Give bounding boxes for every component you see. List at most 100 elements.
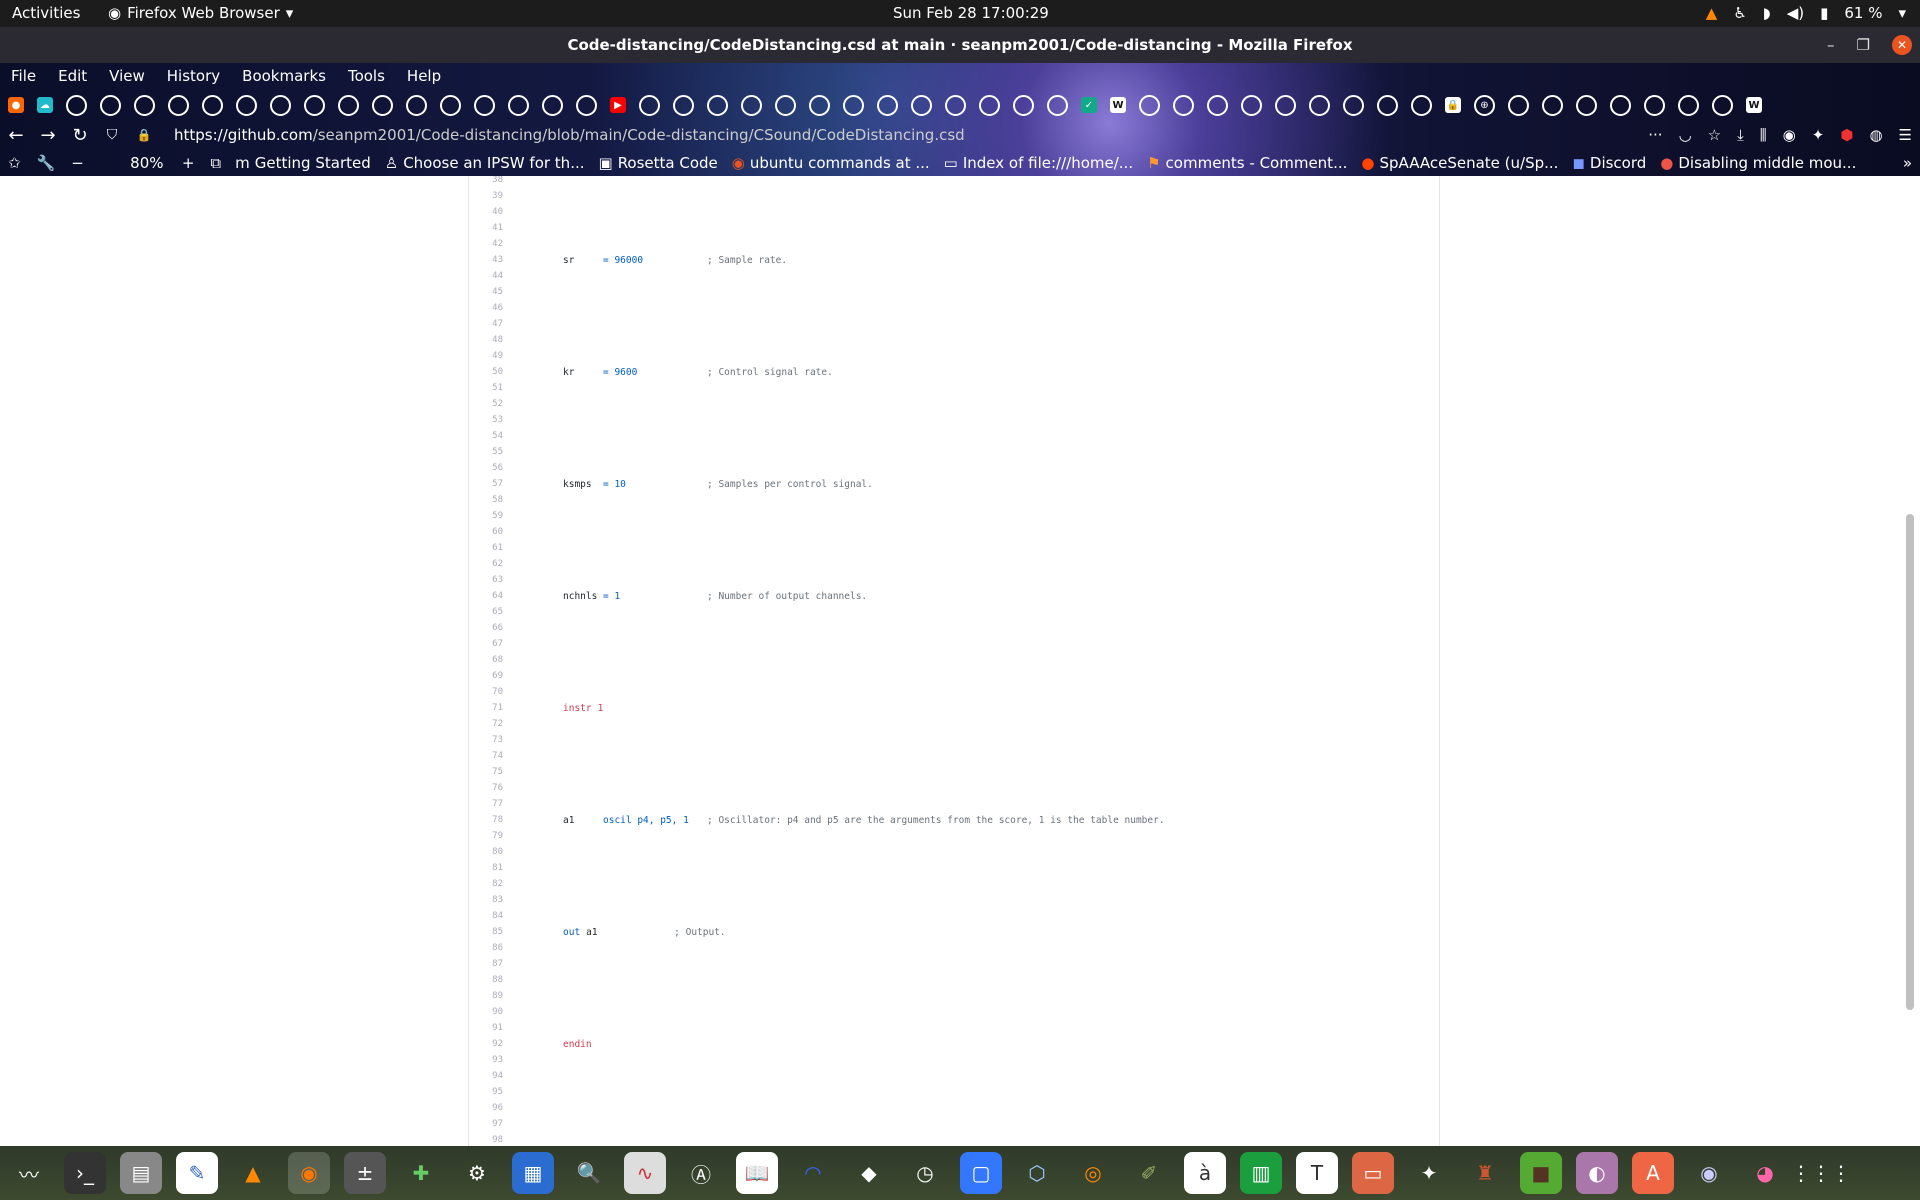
app-store-icon[interactable]: A bbox=[1632, 1152, 1674, 1194]
document-viewer-icon[interactable]: 📖 bbox=[736, 1152, 778, 1194]
terminal-icon[interactable]: ›_ bbox=[64, 1152, 106, 1194]
github-tab-icon[interactable] bbox=[945, 94, 966, 116]
hamburger-menu-icon[interactable]: ☰ bbox=[1899, 126, 1912, 144]
github-tab-icon[interactable] bbox=[508, 94, 529, 116]
line-number[interactable]: 53 bbox=[469, 415, 503, 425]
line-number[interactable]: 68 bbox=[469, 655, 503, 665]
menu-edit[interactable]: Edit bbox=[47, 63, 98, 89]
github-tab-icon[interactable] bbox=[1139, 94, 1160, 116]
line-number[interactable]: 57 bbox=[469, 479, 503, 489]
line-number[interactable]: 70 bbox=[469, 687, 503, 697]
github-tab-icon[interactable] bbox=[1275, 94, 1296, 116]
line-number[interactable]: 60 bbox=[469, 527, 503, 537]
line-number[interactable]: 98 bbox=[469, 1135, 503, 1145]
lock-icon[interactable]: 🔒 bbox=[128, 128, 160, 142]
line-number[interactable]: 71 bbox=[469, 703, 503, 713]
disk-usage-icon[interactable]: ◕ bbox=[1744, 1152, 1786, 1194]
line-number[interactable]: 67 bbox=[469, 639, 503, 649]
line-number[interactable]: 56 bbox=[469, 463, 503, 473]
line-number[interactable]: 55 bbox=[469, 447, 503, 457]
github-tab-icon[interactable] bbox=[338, 94, 359, 116]
text-editor-icon[interactable]: ✎ bbox=[176, 1152, 218, 1194]
gnome-tweaks-icon[interactable]: ✦ bbox=[1408, 1152, 1450, 1194]
github-tab-icon[interactable] bbox=[911, 94, 932, 116]
line-number[interactable]: 81 bbox=[469, 863, 503, 873]
show-apps-icon[interactable]: ⋮⋮⋮ bbox=[1791, 1152, 1851, 1194]
virtualbox-icon[interactable]: ⬡ bbox=[1016, 1152, 1058, 1194]
shield-icon[interactable]: ⛉ bbox=[96, 127, 128, 143]
bookmark-item[interactable]: ♙ Choose an IPSW for th... bbox=[385, 154, 585, 172]
menu-view[interactable]: View bbox=[98, 63, 156, 89]
minecraft-icon[interactable]: ■ bbox=[1520, 1152, 1562, 1194]
download-icon[interactable]: ⤓ bbox=[1737, 126, 1744, 144]
line-number[interactable]: 83 bbox=[469, 895, 503, 905]
screenshot-icon[interactable]: ⧉ bbox=[210, 154, 221, 172]
github-tab-icon[interactable] bbox=[1241, 94, 1262, 116]
extension-icon[interactable]: ✦ bbox=[1812, 126, 1825, 144]
overflow-chevron-icon[interactable]: » bbox=[1903, 154, 1912, 172]
firefox-tab-icon[interactable]: ● bbox=[8, 97, 24, 113]
github-tab-icon[interactable] bbox=[809, 94, 830, 116]
forward-icon[interactable]: → bbox=[32, 125, 64, 146]
cloud-tab-icon[interactable]: ☁ bbox=[37, 97, 53, 113]
bookmark-item[interactable]: ◼ Discord bbox=[1572, 154, 1646, 172]
line-number[interactable]: 38 bbox=[469, 176, 503, 185]
line-number[interactable]: 78 bbox=[469, 815, 503, 825]
bookmark-item[interactable]: ◉ ubuntu commands at ... bbox=[732, 154, 930, 172]
line-number[interactable]: 58 bbox=[469, 495, 503, 505]
line-number[interactable]: 95 bbox=[469, 1087, 503, 1097]
youtube-tab-icon[interactable]: ▶ bbox=[610, 97, 626, 113]
star-icon[interactable]: ☆ bbox=[1708, 126, 1721, 144]
line-number[interactable]: 69 bbox=[469, 671, 503, 681]
github-tab-icon[interactable] bbox=[1576, 94, 1597, 116]
github-tab-icon[interactable] bbox=[1712, 94, 1733, 116]
github-tab-icon[interactable] bbox=[474, 94, 495, 116]
line-number[interactable]: 87 bbox=[469, 959, 503, 969]
github-tab-icon[interactable] bbox=[843, 94, 864, 116]
line-number[interactable]: 73 bbox=[469, 735, 503, 745]
github-tab-icon[interactable] bbox=[1343, 94, 1364, 116]
bookmark-item[interactable]: ⚑ comments - Comment... bbox=[1147, 154, 1347, 172]
line-number[interactable]: 75 bbox=[469, 767, 503, 777]
github-tab-icon[interactable] bbox=[576, 94, 597, 116]
accessibility-icon[interactable]: ♿ bbox=[1733, 4, 1746, 22]
github-tab-icon[interactable] bbox=[100, 94, 121, 116]
github-tab-icon[interactable] bbox=[1309, 94, 1330, 116]
impress-icon[interactable]: ▭ bbox=[1352, 1152, 1394, 1194]
more-icon[interactable]: ··· bbox=[1648, 126, 1662, 144]
github-tab-icon[interactable] bbox=[877, 94, 898, 116]
shield-tab-icon[interactable]: ✓ bbox=[1081, 97, 1097, 113]
gimp-icon[interactable]: ✐ bbox=[1128, 1152, 1170, 1194]
writer-icon[interactable]: ▦ bbox=[512, 1152, 554, 1194]
settings-icon[interactable]: ⚙ bbox=[456, 1152, 498, 1194]
url-bar[interactable]: https://github.com/seanpm2001/Code-dista… bbox=[174, 126, 965, 144]
maximize-icon[interactable]: ❐ bbox=[1857, 27, 1870, 63]
github-tab-icon[interactable] bbox=[741, 94, 762, 116]
line-number[interactable]: 97 bbox=[469, 1119, 503, 1129]
github-tab-icon[interactable] bbox=[775, 94, 796, 116]
vlc-icon[interactable]: ▲ bbox=[232, 1152, 274, 1194]
account-icon[interactable]: ◉ bbox=[1783, 126, 1796, 144]
line-number[interactable]: 89 bbox=[469, 991, 503, 1001]
line-number[interactable]: 82 bbox=[469, 879, 503, 889]
audio-editor-icon[interactable]: ∿ bbox=[624, 1152, 666, 1194]
line-number[interactable]: 76 bbox=[469, 783, 503, 793]
library-icon[interactable]: ⫼ bbox=[1760, 126, 1767, 144]
bookmark-item[interactable]: ● SpAAAceSenate (u/Sp... bbox=[1361, 154, 1558, 172]
github-tab-icon[interactable] bbox=[1644, 94, 1665, 116]
line-number[interactable]: 86 bbox=[469, 943, 503, 953]
line-number[interactable]: 77 bbox=[469, 799, 503, 809]
bookmark-star-icon[interactable]: ✩ bbox=[8, 154, 21, 172]
line-number[interactable]: 52 bbox=[469, 399, 503, 409]
zoom-in-icon[interactable]: + bbox=[182, 154, 195, 172]
files-icon[interactable]: ▤ bbox=[120, 1152, 162, 1194]
line-number[interactable]: 85 bbox=[469, 927, 503, 937]
github-tab-icon[interactable] bbox=[440, 94, 461, 116]
calc-icon[interactable]: ▥ bbox=[1240, 1152, 1282, 1194]
line-number[interactable]: 63 bbox=[469, 575, 503, 585]
extensions-icon[interactable]: ✚ bbox=[400, 1152, 442, 1194]
image-viewer-icon[interactable]: 🔍 bbox=[568, 1152, 610, 1194]
line-number[interactable]: 40 bbox=[469, 207, 503, 217]
inkscape-icon[interactable]: ◆ bbox=[848, 1152, 890, 1194]
github-tab-icon[interactable] bbox=[372, 94, 393, 116]
